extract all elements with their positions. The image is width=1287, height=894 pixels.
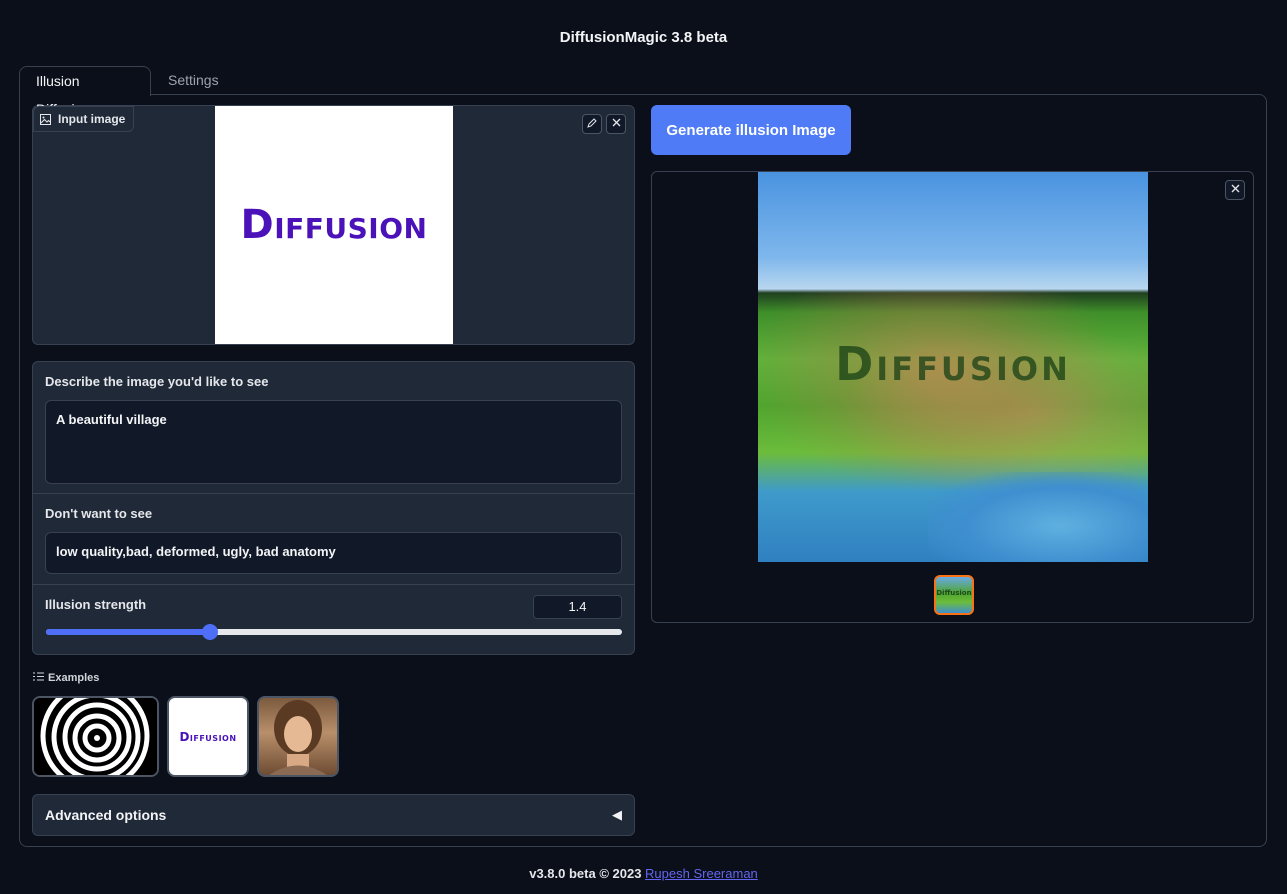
example-diffusion[interactable]: Diffusion — [167, 696, 249, 777]
prompt-input[interactable]: A beautiful village — [45, 400, 622, 484]
input-image-label: Input image — [33, 106, 135, 132]
author-link[interactable]: Rupesh Sreeraman — [645, 866, 758, 881]
input-image-block[interactable]: Input image Diffusion — [32, 105, 635, 345]
advanced-options-label: Advanced options — [45, 807, 167, 823]
edit-image-button[interactable] — [582, 114, 602, 134]
slider-fill — [46, 629, 211, 635]
advanced-options-accordion[interactable]: Advanced options ◀ — [32, 794, 635, 836]
close-output-button[interactable] — [1225, 180, 1245, 200]
tab-illusion-diffusion[interactable]: Illusion Diffusion — [19, 66, 151, 117]
footer-text: v3.8.0 beta © 2023 — [529, 866, 646, 881]
slider-thumb[interactable] — [202, 624, 219, 640]
negative-prompt-row: Don't want to see low quality,bad, defor… — [33, 494, 634, 585]
image-icon — [40, 113, 51, 125]
example-portrait[interactable] — [257, 696, 339, 777]
prompt-label: Describe the image you'd like to see — [45, 374, 269, 389]
prompt-row: Describe the image you'd like to see A b… — [33, 362, 634, 494]
river-area — [928, 472, 1148, 562]
collapse-arrow-icon: ◀ — [612, 807, 622, 822]
input-image-preview[interactable]: Diffusion — [215, 106, 453, 344]
input-image-text: Diffusion — [240, 202, 428, 248]
illusion-strength-slider[interactable] — [46, 624, 622, 640]
app-title: DiffusionMagic 3.8 beta — [559, 29, 728, 46]
tab-settings[interactable]: Settings — [152, 66, 235, 96]
generate-button[interactable]: Generate illusion Image — [651, 105, 851, 155]
negative-prompt-label: Don't want to see — [45, 506, 153, 521]
illusion-strength-label: Illusion strength — [45, 597, 147, 612]
input-image-label-text: Input image — [58, 112, 126, 126]
example-spiral[interactable] — [32, 696, 159, 777]
portrait-image — [269, 700, 327, 775]
list-icon — [33, 672, 44, 684]
close-icon — [612, 118, 621, 130]
output-thumbnail-text: Diffusion — [936, 589, 972, 597]
footer: v3.8.0 beta © 2023 Rupesh Sreeraman — [0, 866, 1287, 881]
spiral-image — [34, 698, 157, 775]
close-icon — [1231, 184, 1240, 196]
output-gallery: Diffusion Diffusion — [651, 171, 1254, 623]
negative-prompt-input[interactable]: low quality,bad, deformed, ugly, bad ana… — [45, 532, 622, 574]
examples-label-text: Examples — [48, 672, 100, 684]
pencil-icon — [587, 117, 597, 131]
clear-image-button[interactable] — [606, 114, 626, 134]
illusion-strength-number[interactable]: 1.4 — [533, 595, 622, 619]
output-image[interactable]: Diffusion — [758, 172, 1148, 562]
prompt-form: Describe the image you'd like to see A b… — [32, 361, 635, 655]
output-overlay-text: Diffusion — [835, 337, 1071, 391]
output-thumbnail[interactable]: Diffusion — [934, 575, 974, 615]
examples-label: Examples — [33, 672, 99, 684]
example-diffusion-text: Diffusion — [179, 729, 237, 744]
